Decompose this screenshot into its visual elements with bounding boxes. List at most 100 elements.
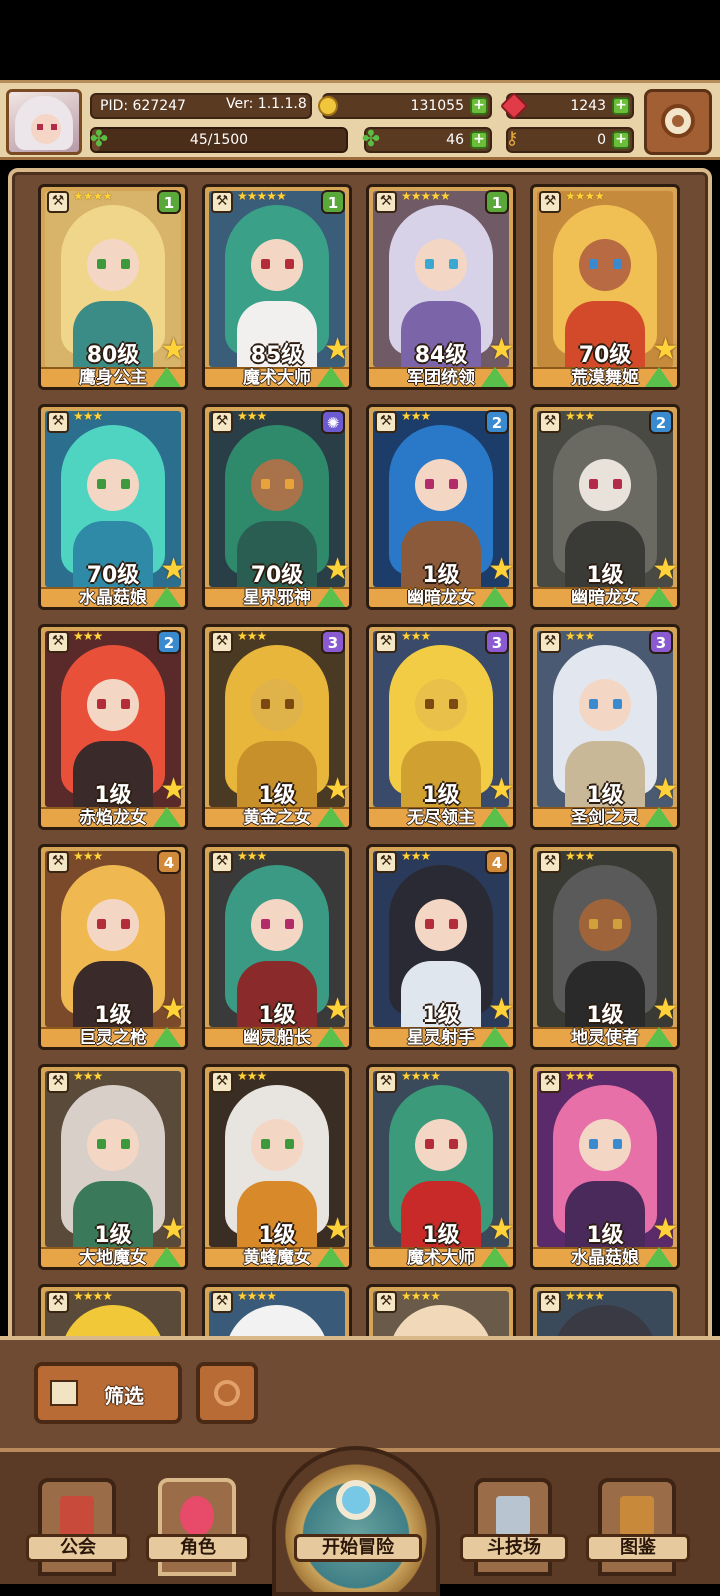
magnifier-icon <box>336 1480 376 1520</box>
portrait-eye <box>121 259 130 269</box>
character-card[interactable]: ⚒ ★★★ 1级 ★ 黄蜂魔女 <box>202 1064 352 1270</box>
star-upgrade-icon: ★ <box>652 552 679 587</box>
star-upgrade-icon: ★ <box>160 992 187 1027</box>
star-upgrade-icon: ★ <box>488 772 515 807</box>
character-card[interactable]: ⚒ ★★★★ 70级 ★ 荒漠舞姬 <box>530 184 680 390</box>
filter-grid-icon <box>50 1380 78 1406</box>
portrait-face <box>579 239 631 291</box>
portrait-eye <box>589 699 598 709</box>
upgrade-arrow-icon <box>645 1027 673 1047</box>
star-upgrade-icon: ★ <box>488 552 515 587</box>
class-icon: ⚒ <box>211 851 233 873</box>
character-card[interactable]: ⚒ ★★★ 2 1级 ★ 幽暗龙女 <box>530 404 680 610</box>
portrait-eye <box>97 259 106 269</box>
star-upgrade-icon: ★ <box>488 1212 515 1247</box>
class-icon: ⚒ <box>47 191 69 213</box>
class-icon: ⚒ <box>47 631 69 653</box>
character-card[interactable]: ⚒ ★★★ 70级 ★ 水晶菇娘 <box>38 404 188 610</box>
character-card[interactable]: ⚒ ★★★ ✺ 70级 ★ 星界邪神 <box>202 404 352 610</box>
portrait-face <box>87 1119 139 1171</box>
star-upgrade-icon: ★ <box>324 332 351 367</box>
upgrade-arrow-icon <box>481 807 509 827</box>
rarity-stars: ★★★ <box>237 1069 267 1083</box>
portrait-eye <box>261 699 270 709</box>
star-upgrade-icon: ★ <box>160 332 187 367</box>
portrait-face <box>87 459 139 511</box>
portrait-face <box>579 459 631 511</box>
portrait-face <box>251 459 303 511</box>
start-adventure-button[interactable] <box>272 1446 440 1596</box>
class-icon: ⚒ <box>47 1291 69 1313</box>
class-icon: ⚒ <box>211 631 233 653</box>
upgrade-arrow-icon <box>645 807 673 827</box>
key-plus-button[interactable]: + <box>612 131 630 149</box>
character-card[interactable]: ⚒ ★★★ 1级 ★ 地灵使者 <box>530 844 680 1050</box>
gold-plus-button[interactable]: + <box>470 97 488 115</box>
rarity-stars: ★★★ <box>565 409 595 423</box>
avatar-eye-right <box>51 124 57 130</box>
character-card[interactable]: ⚒ ★★★ 4 1级 ★ 星灵射手 <box>366 844 516 1050</box>
class-icon: ⚒ <box>375 1071 397 1093</box>
portrait-face <box>251 239 303 291</box>
version-text: Ver: 1.1.1.8 <box>226 96 307 112</box>
character-card[interactable]: ⚒ ★★★★★ 1 85级 ★ 魔术大师 <box>202 184 352 390</box>
character-card[interactable]: ⚒ ★★★ 3 1级 ★ 无尽领主 <box>366 624 516 830</box>
character-card[interactable]: ⚒ ★★★★ 1 80级 ★ 鹰身公主 <box>38 184 188 390</box>
character-card[interactable]: ⚒ ★★★★ 1级 ★ 魔术大师 <box>366 1064 516 1270</box>
upgrade-arrow-icon <box>481 587 509 607</box>
star-upgrade-icon: ★ <box>324 552 351 587</box>
upgrade-arrow-icon <box>317 587 345 607</box>
filter-button[interactable]: 筛选 <box>34 1362 182 1424</box>
character-card[interactable]: ⚒ ★★★ 2 1级 ★ 幽暗龙女 <box>366 404 516 610</box>
character-card[interactable]: ⚒ ★★★★★ 1 84级 ★ 军团统领 <box>366 184 516 390</box>
player-avatar[interactable] <box>6 89 82 155</box>
star-upgrade-icon: ★ <box>488 332 515 367</box>
star-upgrade-icon: ★ <box>324 992 351 1027</box>
portrait-eye <box>261 479 270 489</box>
character-card[interactable]: ⚒ ★★★ 3 1级 ★ 圣剑之灵 <box>530 624 680 830</box>
key-icon: ⚷ <box>505 128 519 149</box>
class-icon: ⚒ <box>539 191 561 213</box>
character-card[interactable]: ⚒ ★★★ 1级 ★ 大地魔女 <box>38 1064 188 1270</box>
portrait-face <box>415 239 467 291</box>
rarity-stars: ★★★ <box>565 849 595 863</box>
portrait-eye <box>589 919 598 929</box>
rarity-stars: ★★★ <box>237 629 267 643</box>
star-upgrade-icon: ★ <box>324 1212 351 1247</box>
gem-plus-button[interactable]: + <box>612 97 630 115</box>
character-card[interactable]: ⚒ ★★★ 3 1级 ★ 黄金之女 <box>202 624 352 830</box>
portrait-eye <box>613 259 622 269</box>
rarity-stars: ★★★ <box>73 1069 103 1083</box>
character-card[interactable]: ⚒ ★★★ 2 1级 ★ 赤焰龙女 <box>38 624 188 830</box>
character-card[interactable]: ⚒ ★★★ 1级 ★ 幽灵船长 <box>202 844 352 1050</box>
portrait-eye <box>613 919 622 929</box>
character-card[interactable]: ⚒ ★★★ 1级 ★ 水晶菇娘 <box>530 1064 680 1270</box>
class-icon: ⚒ <box>375 851 397 873</box>
settings-button[interactable] <box>644 89 712 155</box>
nav-arena-label: 斗技场 <box>460 1534 568 1562</box>
gold-coin-icon <box>318 96 338 116</box>
portrait-face <box>579 899 631 951</box>
upgrade-arrow-icon <box>481 367 509 387</box>
character-card[interactable]: ⚒ ★★★ 4 1级 ★ 巨灵之枪 <box>38 844 188 1050</box>
upgrade-arrow-icon <box>153 367 181 387</box>
refresh-button[interactable] <box>196 1362 258 1424</box>
portrait-face <box>579 679 631 731</box>
crossed-swords-icon <box>496 1496 530 1536</box>
rank-badge: 2 <box>157 630 181 654</box>
upgrade-arrow-icon <box>153 587 181 607</box>
portrait-eye <box>121 919 130 929</box>
class-icon: ⚒ <box>375 411 397 433</box>
rarity-stars: ★★★★ <box>237 1289 277 1303</box>
rarity-stars: ★★★ <box>401 409 431 423</box>
clover-plus-button[interactable]: + <box>470 131 488 149</box>
characters-head-icon <box>180 1496 214 1536</box>
rank-badge: 3 <box>485 630 509 654</box>
portrait-eye <box>589 259 598 269</box>
grid-controls: 筛选 <box>0 1336 720 1448</box>
portrait-eye <box>97 1139 106 1149</box>
rarity-stars: ★★★ <box>565 629 595 643</box>
stamina-clover-icon: ✤ <box>89 127 109 152</box>
rarity-stars: ★★★★ <box>73 1289 113 1303</box>
character-grid-panel[interactable]: ⚒ ★★★★ 1 80级 ★ 鹰身公主 ⚒ ★★★★★ 1 85级 ★ 魔术大师 ⚒ ★★★★★ 1 84级 ★… <box>8 168 712 1352</box>
